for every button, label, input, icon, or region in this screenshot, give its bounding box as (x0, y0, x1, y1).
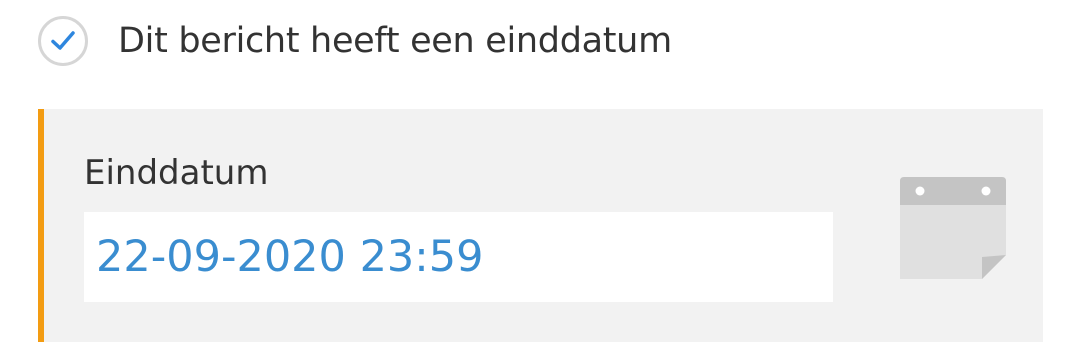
checkmark-icon (51, 31, 75, 50)
end-date-input[interactable] (84, 212, 833, 302)
end-date-checkbox[interactable] (38, 16, 88, 66)
end-date-panel: Einddatum (38, 109, 1043, 342)
calendar-button[interactable] (898, 173, 1008, 283)
end-date-checkbox-row: Dit bericht heeft een einddatum (38, 14, 672, 68)
end-date-field-label: Einddatum (84, 153, 269, 193)
calendar-icon (900, 177, 1006, 279)
end-date-checkbox-label[interactable]: Dit bericht heeft een einddatum (118, 21, 672, 61)
